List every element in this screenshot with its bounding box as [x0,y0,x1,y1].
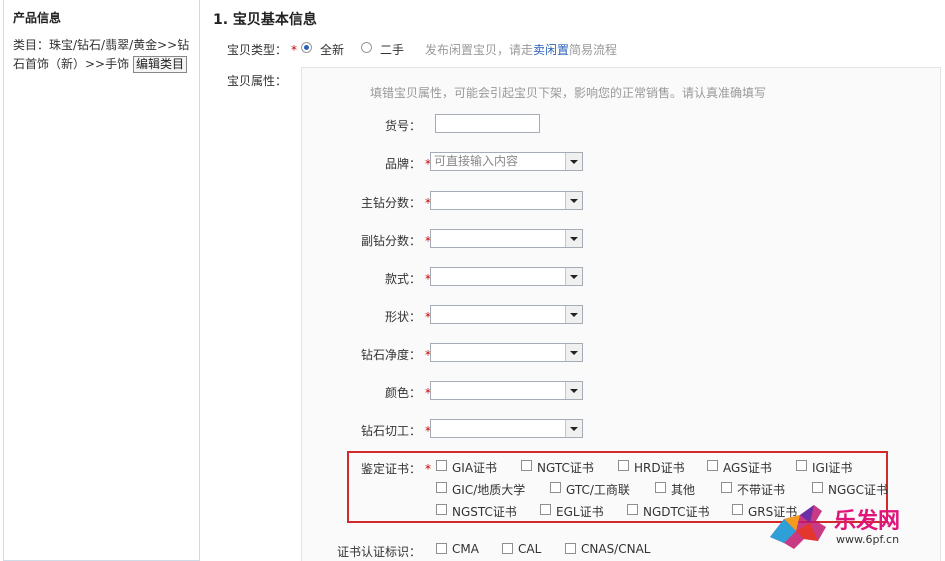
product-info-sidebar: 产品信息 类目：珠宝/钻石/翡翠/黄金>>钻石首饰（新）>>手饰 编辑类目 [3,0,200,561]
mark-checkbox-cal[interactable] [502,543,513,554]
mark-checkbox-cma[interactable] [436,543,447,554]
cert-label-ags: AGS证书 [723,461,772,475]
cert-checkbox-ags[interactable] [707,460,718,471]
cert-label-gia: GIA证书 [452,461,498,475]
chevron-down-icon[interactable] [565,344,582,361]
bull-logo-icon [770,505,826,549]
cert-checkbox-ngdtc[interactable] [627,504,638,515]
cert-label-hrd: HRD证书 [634,461,685,475]
cert-label-other: 其他 [671,483,696,497]
cert-checkbox-igi[interactable] [796,460,807,471]
clarity-label: 钻石净度： * [361,348,432,362]
watermark-brand: 乐发网 [834,508,901,534]
style-select[interactable] [430,267,583,286]
cert-checkbox-hrd[interactable] [618,460,629,471]
mark-label-cal: CAL [518,542,542,556]
idle-item-hint: 发布闲置宝贝，请走卖闲置简易流程 [425,43,618,57]
clarity-select[interactable] [430,343,583,362]
cert-label-gtc: GTC/工商联 [566,483,630,497]
sell-idle-link[interactable]: 卖闲置 [533,43,569,57]
chevron-down-icon[interactable] [565,230,582,247]
chevron-down-icon[interactable] [565,153,582,170]
cert-checkbox-gtc[interactable] [550,482,561,493]
cert-label-none: 不带证书 [737,483,786,497]
mark-checkbox-cnas[interactable] [565,543,576,554]
main-form: 1. 宝贝基本信息 宝贝类型： * 全新 二手 发布闲置宝贝，请走卖闲置简易流程 … [200,0,945,561]
brand-placeholder: 可直接输入内容 [434,154,519,168]
cert-mark-label: 证书认证标识： [337,545,422,559]
cert-checkbox-nggc[interactable] [812,482,823,493]
watermark-url: www.6pf.cn [836,533,900,546]
item-type-label: 宝贝类型： * [227,43,298,57]
cut-select[interactable] [430,419,583,438]
mark-label-cma: CMA [452,542,479,556]
cut-label: 钻石切工： * [361,424,432,438]
style-label: 款式： * [385,272,432,286]
main-carat-label: 主钻分数： * [361,196,432,210]
chevron-down-icon[interactable] [565,192,582,209]
certificate-label: 鉴定证书： * [361,462,432,476]
chevron-down-icon[interactable] [565,382,582,399]
side-carat-label: 副钻分数： * [361,234,432,248]
cert-checkbox-grs[interactable] [732,504,743,515]
radio-new-label: 全新 [320,43,345,57]
required-star: * [291,43,298,57]
side-carat-select[interactable] [430,229,583,248]
cert-label-ngstc: NGSTC证书 [452,505,517,519]
cert-checkbox-gia[interactable] [436,460,447,471]
cert-checkbox-none[interactable] [721,482,732,493]
main-carat-select[interactable] [430,191,583,210]
cert-label-gic: GIC/地质大学 [452,483,526,497]
category-path: 类目：珠宝/钻石/翡翠/黄金>>钻石首饰（新）>>手饰 编辑类目 [13,36,195,74]
site-watermark: 乐发网 www.6pf.cn [766,497,941,555]
mark-label-cnas: CNAS/CNAL [581,542,651,556]
cert-checkbox-other[interactable] [655,482,666,493]
attributes-label: 宝贝属性： [227,74,288,88]
cert-checkbox-egl[interactable] [540,504,551,515]
cert-label-ngtc: NGTC证书 [537,461,594,475]
cert-label-ngdtc: NGDTC证书 [643,505,710,519]
radio-used-label: 二手 [380,43,405,57]
radio-new[interactable] [301,42,312,53]
chevron-down-icon[interactable] [565,268,582,285]
sku-label: 货号： [385,119,422,133]
cert-checkbox-ngtc[interactable] [521,460,532,471]
attributes-warning: 填错宝贝属性，可能会引起宝贝下架，影响您的正常销售。请认真准确填写 [370,86,767,100]
sku-input[interactable] [435,114,540,133]
edit-category-button[interactable]: 编辑类目 [132,56,187,73]
cert-checkbox-gic[interactable] [436,482,447,493]
shape-select[interactable] [430,305,583,324]
brand-select[interactable]: 可直接输入内容 [430,152,583,171]
chevron-down-icon[interactable] [565,420,582,437]
cert-checkbox-ngstc[interactable] [436,504,447,515]
color-label: 颜色： * [385,386,432,400]
sidebar-title: 产品信息 [13,11,62,25]
radio-used[interactable] [361,42,372,53]
shape-label: 形状： * [385,310,432,324]
brand-label: 品牌： * [385,157,432,171]
color-select[interactable] [430,381,583,400]
cert-label-igi: IGI证书 [812,461,853,475]
chevron-down-icon[interactable] [565,306,582,323]
cert-label-egl: EGL证书 [556,505,604,519]
cert-label-nggc: NGGC证书 [828,483,888,497]
section-title: 1. 宝贝基本信息 [213,12,317,28]
